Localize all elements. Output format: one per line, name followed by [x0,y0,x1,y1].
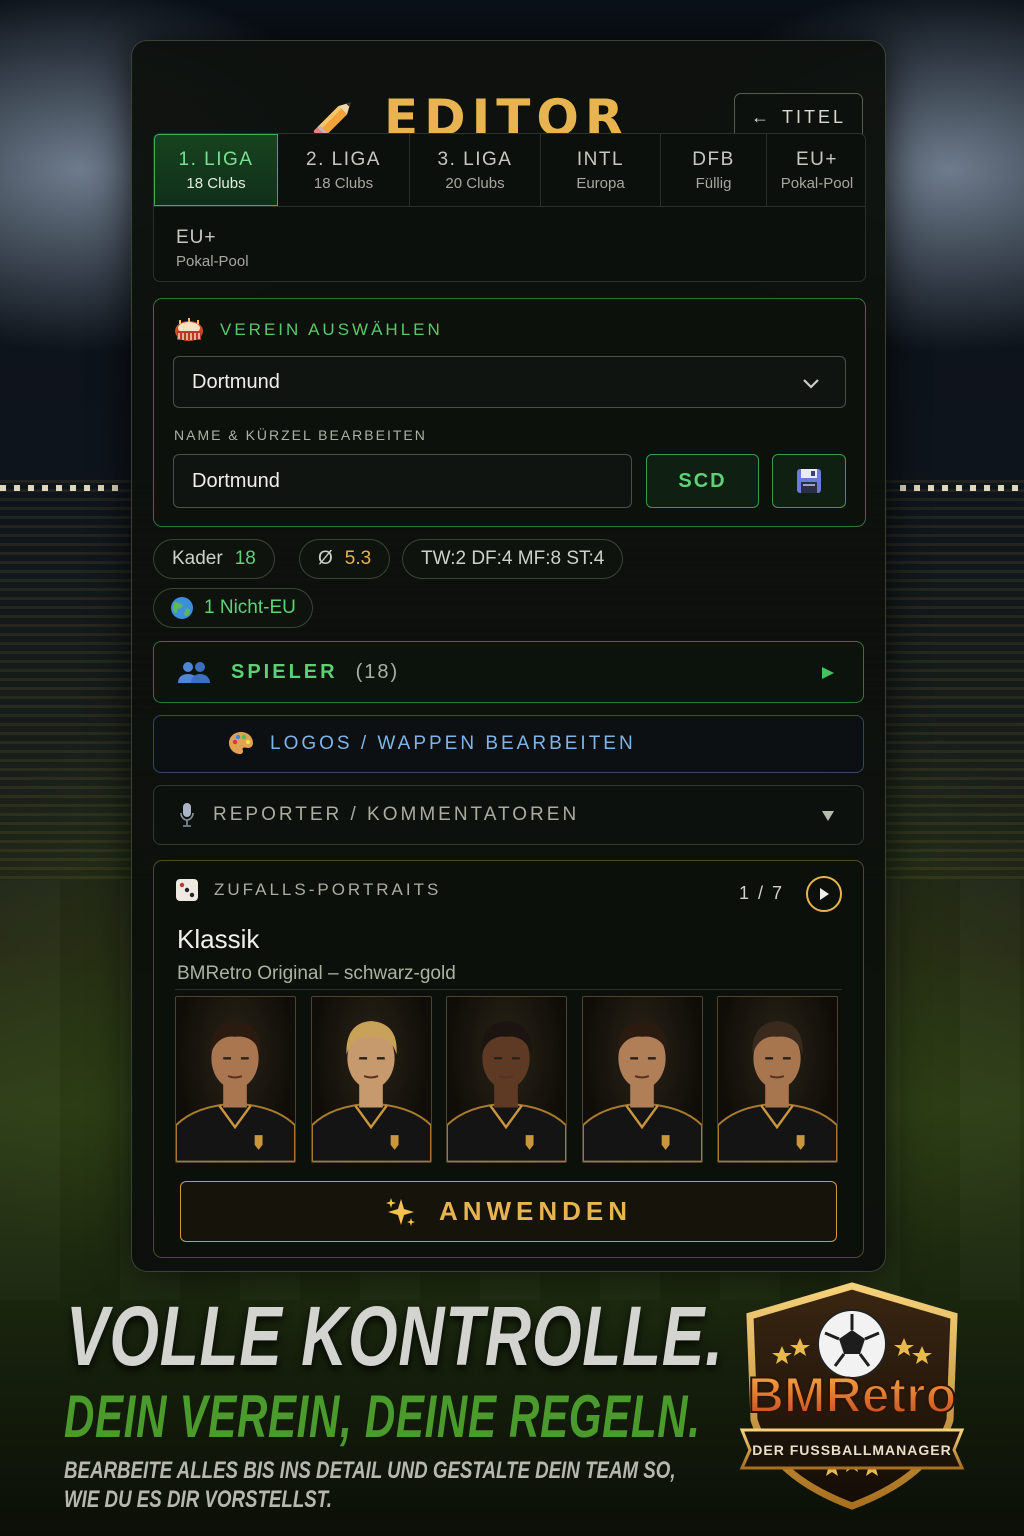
club-select-card: VEREIN AUSWÄHLEN Dortmund NAME & KÜRZEL … [153,298,866,527]
arrow-left-icon: ← [750,107,772,127]
tab-eu-plus[interactable]: EU+ Pokal-Pool [767,134,867,206]
portrait-illustration [176,1020,295,1162]
promo-headline: VOLLE KONTROLLE. [66,1289,724,1383]
logos-button[interactable]: LOGOS / WAPPEN BEARBEITEN [153,715,864,773]
name-abbr-label: NAME & KÜRZEL BEARBEITEN [174,427,427,443]
league-tabs: 1. LIGA 18 Clubs 2. LIGA 18 Clubs 3. LIG… [153,133,866,282]
sparkles-icon [385,1197,415,1226]
tab-liga-2[interactable]: 2. LIGA 18 Clubs [278,134,410,206]
squad-count-chip: Kader 18 [153,539,275,579]
player-portrait[interactable] [581,996,703,1163]
people-icon [178,662,210,683]
triangle-down-icon [822,811,834,821]
chevron-down-icon [803,379,819,389]
save-button[interactable] [772,454,846,508]
brand-name: BMRetro [748,1367,956,1423]
microphone-icon [180,803,194,827]
reporter-accordion[interactable]: REPORTER / KOMMENTATOREN [153,785,864,845]
player-portrait[interactable] [175,996,296,1163]
tab-liga-3[interactable]: 3. LIGA 20 Clubs [410,134,541,206]
divider [175,989,842,990]
club-select[interactable]: Dortmund [173,356,846,408]
player-portrait[interactable] [446,996,567,1163]
floppy-disk-icon [797,469,821,493]
palette-icon [229,732,253,754]
portrait-illustration [582,1020,702,1162]
average-strength-chip: Ø 5.3 [299,539,391,579]
editor-panel: EDITOR ← TITEL 1. LIGA 18 Clubs 2. LIGA … [131,40,886,1272]
club-section-header: VEREIN AUSWÄHLEN [174,317,443,343]
bmretro-logo: BMRetro DER FUSSBALLMANAGER [739,1282,965,1510]
preset-title: Klassik [177,924,260,954]
dice-icon [176,879,198,901]
apply-button[interactable]: ANWENDEN [180,1181,837,1242]
tab-liga-1[interactable]: 1. LIGA 18 Clubs [154,134,278,206]
tab-intl[interactable]: INTL Europa [541,134,661,206]
globe-icon [171,597,193,619]
tab-eu-plus-2[interactable]: EU+ Pokal-Pool [154,206,865,283]
portrait-set-counter: 1 / 7 [739,883,785,903]
abbreviation-button[interactable]: SCD [646,454,759,508]
non-eu-chip: 1 Nicht-EU [153,588,313,628]
players-accordion[interactable]: SPIELER (18) [153,641,864,703]
portrait-illustration [311,1020,431,1162]
play-triangle-icon [822,667,834,679]
positions-chip: TW:2 DF:4 MF:8 ST:4 [402,539,624,579]
stadium-lights-right [900,485,1020,491]
portrait-illustration [447,1020,566,1162]
club-name-input[interactable] [173,454,632,508]
portraits-header: ZUFALLS-PORTRAITS [174,877,441,903]
tab-dfb[interactable]: DFB Füllig [661,134,767,206]
stadium-lights-left [0,485,120,491]
play-icon [820,888,829,900]
random-portraits-card: ZUFALLS-PORTRAITS 1 / 7 Klassik BMRetro … [153,860,864,1258]
player-portrait[interactable] [717,996,838,1163]
next-set-button[interactable] [806,876,842,912]
brand-tagline: DER FUSSBALLMANAGER [752,1442,951,1458]
portrait-illustration [718,1020,837,1162]
promo-subline: DEIN VEREIN, DEINE REGELN. [64,1383,701,1450]
preset-description: BMRetro Original – schwarz-gold [177,963,456,984]
player-portrait[interactable] [310,996,432,1163]
stadium-icon [175,318,203,341]
promo-body: BEARBEITE ALLES BIS INS DETAIL UND GESTA… [64,1457,676,1513]
